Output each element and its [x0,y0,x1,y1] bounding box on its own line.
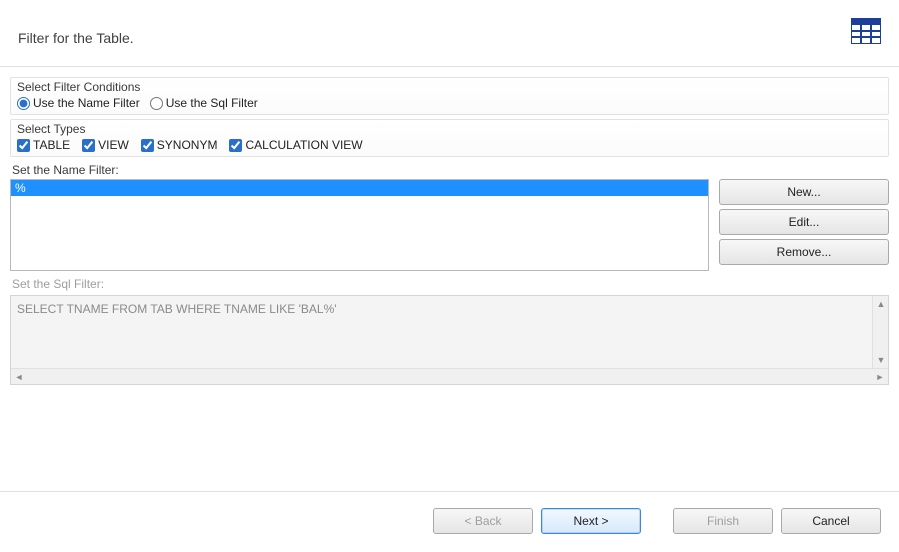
next-button[interactable]: Next > [541,508,641,534]
cancel-button[interactable]: Cancel [781,508,881,534]
sql-filter-box: SELECT TNAME FROM TAB WHERE TNAME LIKE '… [10,295,889,385]
checkbox-view[interactable] [82,139,95,152]
dialog-header: Filter for the Table. [0,0,899,66]
edit-button[interactable]: Edit... [719,209,889,235]
name-filter-listbox[interactable]: % [10,179,709,271]
back-button: < Back [433,508,533,534]
page-title: Filter for the Table. [18,30,134,46]
scroll-down-icon[interactable]: ▼ [873,352,889,368]
main-panel: Select Filter Conditions Use the Name Fi… [0,67,899,491]
checkbox-synonym-label[interactable]: SYNONYM [141,138,218,152]
radio-name-filter[interactable] [17,97,30,110]
radio-sql-filter-label[interactable]: Use the Sql Filter [150,96,258,110]
name-filter-buttons: New... Edit... Remove... [719,179,889,271]
sql-filter-label: Set the Sql Filter: [12,277,889,291]
radio-name-filter-text: Use the Name Filter [33,96,140,110]
checkbox-synonym-text: SYNONYM [157,138,218,152]
checkbox-calcview-label[interactable]: CALCULATION VIEW [229,138,362,152]
radio-sql-filter-text: Use the Sql Filter [166,96,258,110]
checkbox-table[interactable] [17,139,30,152]
wizard-footer: < Back Next > Finish Cancel [0,491,899,552]
name-filter-item[interactable]: % [11,180,708,196]
sql-filter-text: SELECT TNAME FROM TAB WHERE TNAME LIKE '… [11,296,888,368]
checkbox-synonym[interactable] [141,139,154,152]
types-title: Select Types [17,122,882,136]
checkbox-view-text: VIEW [98,138,129,152]
footer-gap [649,508,665,534]
checkbox-calcview[interactable] [229,139,242,152]
types-checkboxes: TABLE VIEW SYNONYM CALCULATION VIEW [17,138,882,152]
new-button[interactable]: New... [719,179,889,205]
radio-sql-filter[interactable] [150,97,163,110]
scroll-up-icon[interactable]: ▲ [873,296,889,312]
types-group: Select Types TABLE VIEW SYNONYM CALCULATION… [10,119,889,157]
checkbox-view-label[interactable]: VIEW [82,138,129,152]
checkbox-calcview-text: CALCULATION VIEW [245,138,362,152]
checkbox-table-text: TABLE [33,138,70,152]
checkbox-table-label[interactable]: TABLE [17,138,70,152]
table-icon [851,18,881,44]
scroll-left-icon[interactable]: ◄ [11,369,27,385]
filter-conditions-title: Select Filter Conditions [17,80,882,94]
name-filter-label: Set the Name Filter: [12,163,889,177]
radio-name-filter-label[interactable]: Use the Name Filter [17,96,140,110]
finish-button: Finish [673,508,773,534]
filter-conditions-group: Select Filter Conditions Use the Name Fi… [10,77,889,115]
sql-scrollbar-horizontal[interactable]: ◄ ► [11,368,888,384]
filter-conditions-radios: Use the Name Filter Use the Sql Filter [17,96,882,110]
remove-button[interactable]: Remove... [719,239,889,265]
scroll-right-icon[interactable]: ► [872,369,888,385]
sql-scrollbar-vertical[interactable]: ▲ ▼ [872,296,888,368]
name-filter-row: % New... Edit... Remove... [10,179,889,271]
